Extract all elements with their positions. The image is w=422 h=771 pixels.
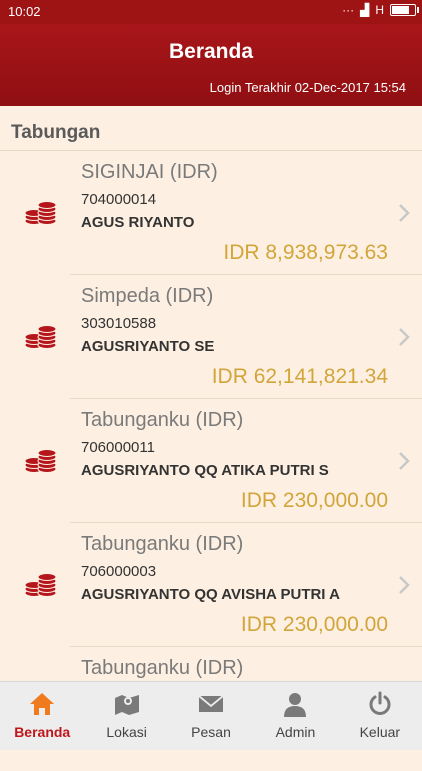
account-balance: IDR 230,000.00 — [240, 489, 388, 512]
chevron-right-icon — [399, 452, 410, 470]
account-item[interactable]: Simpeda (IDR) 303010588 AGUSRIYANTO SE I… — [0, 275, 422, 399]
account-balance: IDR 230,000.00 — [240, 613, 388, 636]
account-name: Tabunganku (IDR) — [81, 657, 244, 679]
account-item[interactable]: Tabunganku (IDR) 706000011 AGUSRIYANTO Q… — [0, 399, 422, 523]
account-balance: IDR 62,141,821.34 — [211, 365, 388, 388]
account-holder: AGUSRIYANTO QQ AVISHA PUTRI A — [81, 586, 340, 603]
coins-icon — [24, 449, 57, 473]
app-header: Beranda Login Terakhir 02-Dec-2017 15:54 — [0, 24, 422, 106]
account-holder: AGUSRIYANTO QQ ATIKA PUTRI S — [81, 462, 329, 479]
status-icons: ··· ▟ H — [342, 3, 419, 17]
nav-pesan[interactable]: Pesan — [169, 682, 253, 750]
status-bar: 10:02 ··· ▟ H — [0, 0, 422, 24]
coins-icon — [24, 325, 57, 349]
notification-dots-icon: ··· — [342, 3, 355, 17]
nav-label: Lokasi — [106, 724, 147, 740]
nav-lokasi[interactable]: Lokasi — [84, 682, 168, 750]
nav-beranda[interactable]: Beranda — [0, 682, 84, 750]
nav-label: Keluar — [359, 724, 401, 740]
page-title: Beranda — [168, 40, 254, 63]
nav-label: Pesan — [191, 724, 231, 740]
coins-icon — [24, 573, 57, 597]
account-holder: AGUS RIYANTO — [81, 214, 195, 231]
chevron-right-icon — [399, 328, 410, 346]
account-number: 706000003 — [81, 563, 157, 580]
account-number: 303010588 — [81, 315, 157, 332]
bottom-navigation: Beranda Lokasi Pesan Admin Keluar — [0, 681, 422, 750]
status-time: 10:02 — [8, 4, 41, 19]
mail-icon — [198, 695, 224, 712]
map-icon — [114, 695, 139, 715]
last-login-text: Login Terakhir 02-Dec-2017 15:54 — [209, 80, 406, 95]
account-number: 704000014 — [81, 191, 157, 208]
chevron-right-icon — [399, 576, 410, 594]
chevron-right-icon — [399, 204, 410, 222]
account-balance: IDR 8,938,973.63 — [223, 241, 388, 264]
network-type-label: H — [375, 3, 384, 17]
account-name: Tabunganku (IDR) — [81, 533, 244, 555]
account-number: 706000011 — [81, 439, 155, 456]
nav-admin[interactable]: Admin — [253, 682, 337, 750]
user-icon — [284, 693, 307, 717]
battery-icon — [390, 4, 419, 16]
account-item[interactable]: SIGINJAI (IDR) 704000014 AGUS RIYANTO ID… — [0, 151, 422, 275]
account-holder: AGUSRIYANTO SE — [81, 338, 215, 355]
section-title: Tabungan — [11, 122, 101, 143]
power-icon — [369, 691, 391, 715]
account-list: SIGINJAI (IDR) 704000014 AGUS RIYANTO ID… — [0, 151, 422, 771]
nav-label: Beranda — [14, 724, 71, 740]
nav-keluar[interactable]: Keluar — [338, 682, 422, 750]
account-name: Tabunganku (IDR) — [81, 409, 244, 431]
account-item[interactable]: Tabunganku (IDR) 706000003 AGUSRIYANTO Q… — [0, 523, 422, 647]
account-name: SIGINJAI (IDR) — [81, 161, 218, 183]
coins-icon — [24, 201, 57, 225]
nav-label: Admin — [275, 724, 316, 740]
account-name: Simpeda (IDR) — [81, 285, 214, 307]
signal-icon: ▟ — [360, 3, 370, 17]
home-icon — [30, 693, 55, 715]
